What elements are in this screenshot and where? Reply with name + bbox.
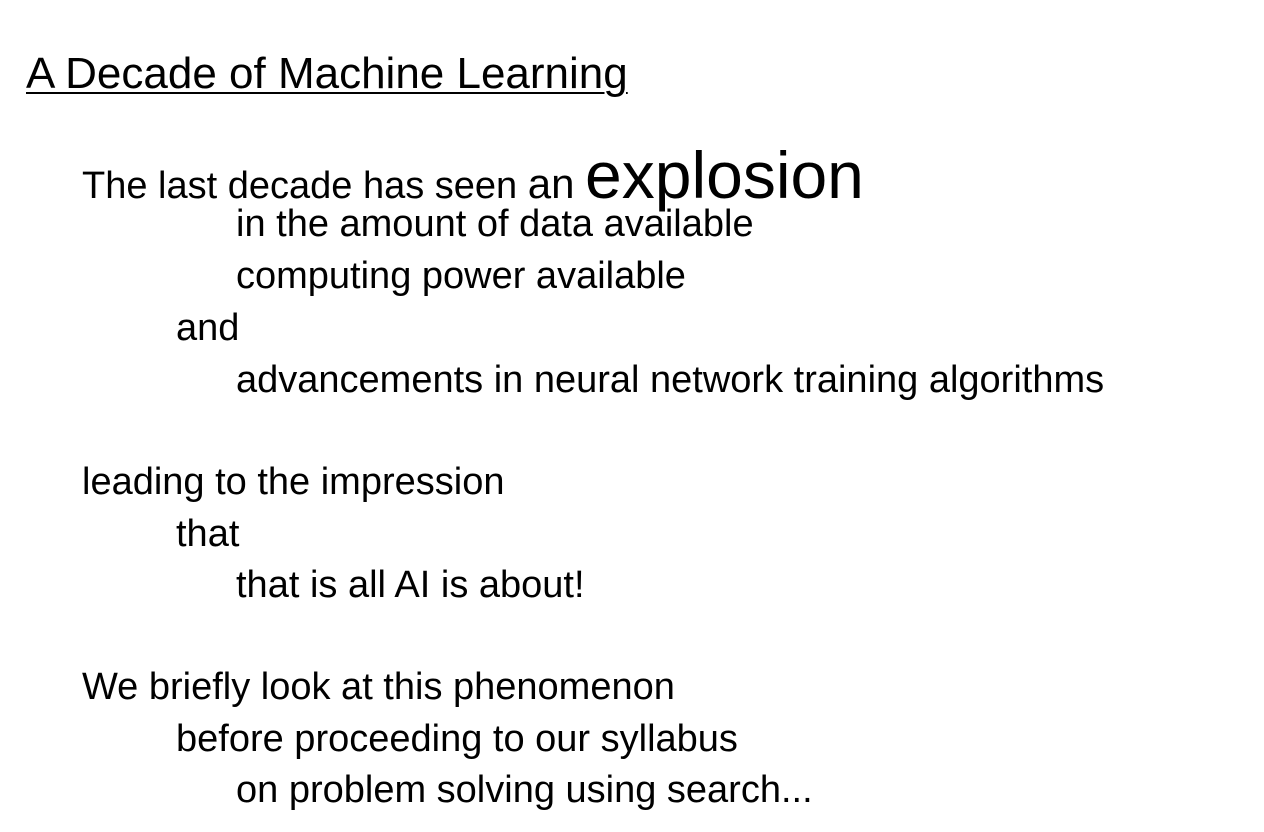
line-intro: The last decade has seen an explosion	[82, 142, 864, 208]
intro-an: an	[527, 160, 575, 207]
line-search: on problem solving using search...	[236, 769, 813, 811]
line-computing-power: computing power available	[236, 255, 686, 297]
slide-title: A Decade of Machine Learning	[26, 49, 628, 98]
line-advancements: advancements in neural network training …	[236, 359, 1105, 401]
line-all-ai: that is all AI is about!	[236, 564, 585, 606]
line-that: that	[176, 513, 240, 555]
line-before: before proceeding to our syllabus	[176, 718, 738, 760]
line-briefly: We briefly look at this phenomenon	[82, 666, 675, 708]
line-data-available: in the amount of data available	[236, 203, 754, 245]
intro-text: The last decade has seen	[82, 165, 528, 207]
intro-explosion: explosion	[585, 138, 864, 212]
slide: A Decade of Machine Learning The last de…	[0, 0, 1264, 832]
line-and: and	[176, 307, 240, 349]
line-leading: leading to the impression	[82, 461, 505, 503]
